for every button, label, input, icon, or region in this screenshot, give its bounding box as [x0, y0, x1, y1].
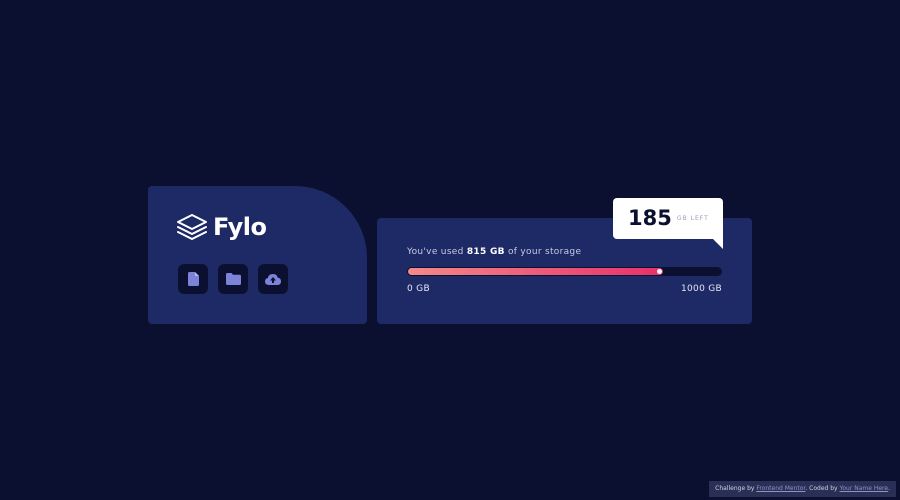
usage-prefix: You've used: [407, 247, 467, 257]
layers-icon: [177, 214, 207, 240]
page: Fylo You've used 815 GB of your storage …: [0, 0, 900, 500]
logo: Fylo: [177, 213, 267, 241]
gb-left-number: 185: [628, 206, 672, 230]
usage-suffix: of your storage: [504, 247, 582, 257]
logo-text: Fylo: [213, 213, 267, 241]
attribution-prefix: Challenge by: [715, 485, 757, 492]
usage-text: You've used 815 GB of your storage: [407, 247, 581, 257]
frontend-mentor-link[interactable]: Frontend Mentor: [756, 485, 805, 492]
upload-icon: [265, 273, 281, 285]
document-button[interactable]: [178, 264, 208, 294]
attribution-suffix: .: [888, 485, 890, 492]
folder-icon: [225, 273, 241, 285]
storage-meter-knob: [657, 269, 663, 274]
scale-min-label: 0 GB: [407, 284, 430, 294]
storage-meter-fill: [408, 268, 664, 275]
usage-amount: 815 GB: [466, 247, 505, 257]
gb-left-callout: 185 GB LEFT: [613, 198, 723, 249]
storage-meter: [407, 267, 722, 276]
attribution: Challenge by Frontend Mentor. Coded by Y…: [709, 481, 896, 497]
author-link[interactable]: Your Name Here: [840, 485, 889, 492]
document-icon: [187, 272, 199, 286]
brand-card: Fylo: [148, 186, 367, 324]
upload-button[interactable]: [258, 264, 288, 294]
scale-max-label: 1000 GB: [680, 284, 722, 294]
file-actions: [178, 264, 288, 294]
folder-button[interactable]: [218, 264, 248, 294]
attribution-middle: . Coded by: [805, 485, 840, 492]
gb-left-unit: GB LEFT: [677, 215, 709, 222]
